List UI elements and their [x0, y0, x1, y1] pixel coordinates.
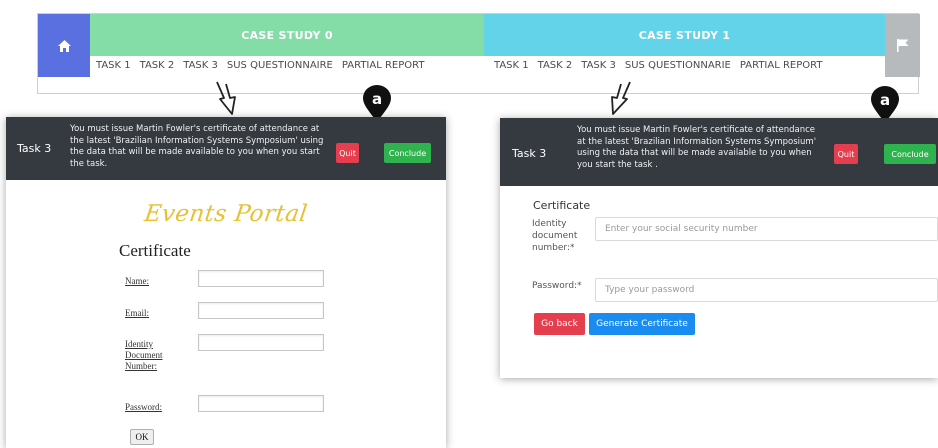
task-description-line: at the latest 'Brazilian Information Sys…	[577, 136, 817, 147]
task-description-line: the data that will be made available to …	[70, 147, 320, 157]
arrow-to-right-task-icon	[611, 81, 631, 115]
identity-label-line: number:*	[532, 243, 575, 253]
task-bar-right: Task 3 You must issue Martin Fowler's ce…	[500, 118, 938, 186]
certificate-heading-left: Certificate	[119, 241, 191, 260]
identity-label-right: Identity document number:*	[532, 218, 577, 254]
conclude-button-left[interactable]: Conclude	[384, 143, 431, 163]
password-label-left: Password:	[125, 402, 163, 412]
password-input-left[interactable]	[198, 395, 324, 412]
tab-cs1-task-1[interactable]: TASK 1	[494, 60, 529, 74]
flag-icon	[896, 39, 908, 52]
case-study-0-task-tabs: TASK 1 TASK 2 TASK 3 SUS QUESTIONNAIRE P…	[96, 60, 433, 74]
tab-cs0-partial-report[interactable]: PARTIAL REPORT	[342, 60, 425, 74]
identity-label-line: document	[532, 231, 578, 241]
task-description-line: you start the task .	[577, 159, 658, 170]
identity-label-line: Identity	[532, 219, 567, 229]
task-description-line: the task.	[70, 158, 108, 169]
quit-button-right[interactable]: Quit	[834, 144, 858, 164]
tab-cs1-sus-questionnaire[interactable]: SUS QUESTIONNARIE	[625, 60, 731, 74]
password-input-right[interactable]: Type your password	[595, 278, 938, 302]
task-description-left: You must issue Martin Fowler's certifica…	[70, 124, 323, 170]
task-bar-left: Task 3 You must issue Martin Fowler's ce…	[6, 117, 446, 180]
right-task-panel: Task 3 You must issue Martin Fowler's ce…	[500, 118, 938, 378]
email-label: Email:	[125, 308, 149, 318]
task-label-left: Task 3	[17, 142, 52, 155]
marker-label-right: a	[880, 91, 890, 109]
home-button[interactable]	[38, 14, 90, 77]
password-label-right: Password:*	[532, 281, 582, 291]
quit-button-left[interactable]: Quit	[336, 143, 359, 163]
left-task-panel: Task 3 You must issue Martin Fowler's ce…	[6, 117, 446, 448]
tab-cs0-task-3[interactable]: TASK 3	[183, 60, 218, 74]
case-study-navbar: CASE STUDY 0 CASE STUDY 1 TASK 1 TASK 2 …	[37, 13, 920, 94]
name-input[interactable]	[198, 270, 324, 287]
tab-cs1-partial-report[interactable]: PARTIAL REPORT	[740, 60, 823, 74]
tab-cs0-sus-questionnaire[interactable]: SUS QUESTIONNAIRE	[227, 60, 333, 74]
arrow-to-left-task-icon	[216, 81, 236, 115]
tab-cs0-task-2[interactable]: TASK 2	[140, 60, 175, 74]
home-icon	[57, 39, 71, 52]
identity-label-line: Number:	[125, 361, 157, 371]
case-study-1-header[interactable]: CASE STUDY 1	[484, 14, 885, 56]
identity-input-left[interactable]	[198, 334, 324, 351]
flag-button[interactable]	[885, 14, 920, 77]
name-label: Name:	[125, 276, 149, 286]
task-description-line: You must issue Martin Fowler's certifica…	[70, 124, 320, 134]
identity-label-line: Identity	[125, 339, 153, 349]
task-description-line: using the data that will be made availab…	[577, 148, 812, 158]
ok-button[interactable]: OK	[130, 429, 154, 445]
task-label-right: Task 3	[512, 147, 547, 160]
task-description-line: You must issue Martin Fowler's certifica…	[577, 125, 816, 135]
conclude-button-right[interactable]: Conclude	[884, 144, 936, 164]
identity-input-right[interactable]: Enter your social security number	[595, 217, 938, 241]
case-study-1-task-tabs: TASK 1 TASK 2 TASK 3 SUS QUESTIONNARIE P…	[494, 60, 831, 74]
task-description-right: You must issue Martin Fowler's certifica…	[577, 125, 816, 171]
identity-label-left: Identity Document Number:	[125, 339, 163, 372]
tab-cs1-task-3[interactable]: TASK 3	[581, 60, 616, 74]
identity-label-line: Document	[125, 350, 163, 360]
marker-label-left: a	[372, 90, 382, 108]
certificate-heading-right: Certificate	[533, 199, 591, 212]
portal-title: Events Portal	[142, 201, 310, 227]
task-description-line: the latest 'Brazilian Information System…	[70, 135, 324, 146]
case-study-0-header[interactable]: CASE STUDY 0	[90, 14, 484, 56]
tab-cs0-task-1[interactable]: TASK 1	[96, 60, 131, 74]
go-back-button[interactable]: Go back	[534, 313, 585, 335]
tab-cs1-task-2[interactable]: TASK 2	[538, 60, 573, 74]
generate-certificate-button[interactable]: Generate Certificate	[589, 313, 695, 335]
email-input[interactable]	[198, 302, 324, 319]
